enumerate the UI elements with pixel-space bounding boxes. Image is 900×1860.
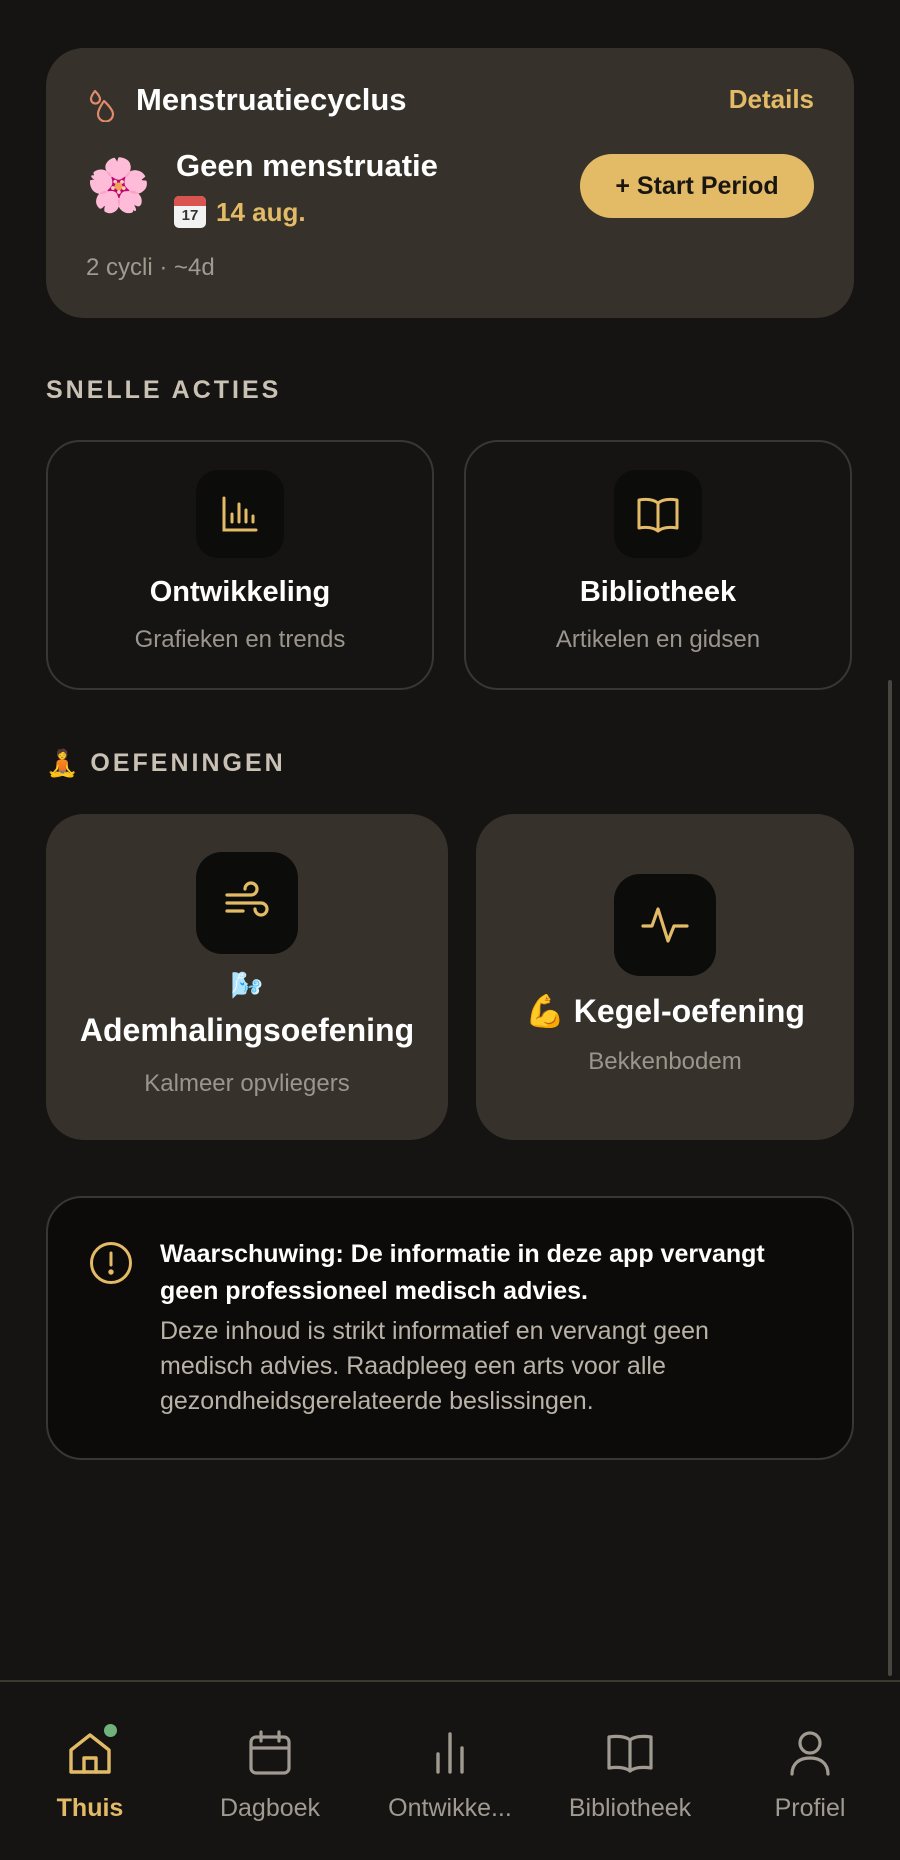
muscle-emoji: 💪 [525, 993, 565, 1029]
exercise-title-text: Kegel-oefening [573, 993, 805, 1029]
qa-icon-box [614, 470, 702, 558]
wind-icon [225, 881, 269, 917]
calendar-emoji-icon: 17 [174, 196, 206, 228]
scrollbar[interactable] [888, 680, 892, 1676]
quick-action-title: Ontwikkeling [149, 576, 331, 608]
qa-icon-box [196, 470, 284, 558]
cycle-status-title: Geen menstruatie [176, 148, 438, 183]
bar-chart-icon [436, 1732, 464, 1774]
quick-actions-header: SNELLE ACTIES [46, 376, 281, 405]
exercise-subtitle: Bekkenbodem [588, 1048, 742, 1075]
alert-circle-icon [90, 1242, 132, 1284]
nav-label: Dagboek [219, 1794, 321, 1822]
quick-actions-label: SNELLE ACTIES [46, 376, 282, 404]
notification-dot [104, 1724, 117, 1737]
nav-item-thuis[interactable]: Thuis [0, 1682, 180, 1860]
exercise-title: Ademhalingsoefening [79, 1012, 415, 1048]
exercise-kegel[interactable]: 💪 Kegel-oefening Bekkenbodem [476, 814, 854, 1140]
drops-icon [89, 89, 115, 122]
nav-label: Profiel [774, 1794, 846, 1822]
book-icon [607, 1734, 653, 1773]
ex-icon-box [196, 852, 298, 954]
home-scroll-area[interactable]: Menstruatiecyclus Details 🌸 Geen menstru… [0, 0, 900, 1680]
quick-action-subtitle: Grafieken en trends [134, 626, 346, 653]
quick-action-bibliotheek[interactable]: Bibliotheek Artikelen en gidsen [464, 440, 852, 690]
cycle-card-title: Menstruatiecyclus [136, 82, 407, 117]
cycle-date-row: 17 14 aug. [174, 196, 306, 228]
nav-item-ontwikkeling[interactable]: Ontwikke... [360, 1682, 540, 1860]
exercises-header: 🧘 OEFENINGEN [46, 748, 286, 779]
bar-chart-icon [222, 496, 258, 532]
book-icon [637, 497, 679, 533]
pulse-icon [641, 907, 689, 943]
flower-emoji: 🌸 [86, 157, 151, 215]
warning-body: Deze inhoud is strikt informatief en ver… [160, 1317, 709, 1415]
nav-item-bibliotheek[interactable]: Bibliotheek [540, 1682, 720, 1860]
exercises-label: OEFENINGEN [90, 749, 286, 777]
medical-warning-card: Waarschuwing: De informatie in deze app … [46, 1196, 854, 1460]
bottom-navigation: Thuis Dagboek Ontwikke... Bibliotheek Pr… [0, 1680, 900, 1860]
quick-action-subtitle: Artikelen en gidsen [555, 626, 761, 653]
quick-action-title: Bibliotheek [579, 576, 737, 608]
nav-label: Ontwikke... [388, 1794, 512, 1822]
warning-title: Waarschuwing: De informatie in deze app … [160, 1240, 765, 1305]
user-icon [790, 1731, 830, 1776]
exercise-title: 💪 Kegel-oefening [476, 992, 854, 1030]
meditation-emoji: 🧘 [46, 748, 79, 778]
exercise-subtitle: Kalmeer opvliegers [144, 1070, 350, 1097]
nav-label: Bibliotheek [568, 1794, 692, 1822]
wind-emoji: 🌬️ [230, 970, 264, 1000]
quick-action-ontwikkeling[interactable]: Ontwikkeling Grafieken en trends [46, 440, 434, 690]
start-period-button[interactable]: + Start Period [580, 154, 814, 218]
calendar-icon [249, 1730, 291, 1775]
details-link[interactable]: Details [729, 84, 814, 115]
nav-label: Thuis [56, 1794, 124, 1822]
cycle-date: 14 aug. [216, 196, 306, 227]
exercise-breathing[interactable]: 🌬️ Ademhalingsoefening Kalmeer opvlieger… [46, 814, 448, 1140]
cycle-meta: 2 cycli · ~4d [86, 254, 215, 281]
ex-icon-box [614, 874, 716, 976]
nav-item-profiel[interactable]: Profiel [720, 1682, 900, 1860]
cycle-card[interactable]: Menstruatiecyclus Details 🌸 Geen menstru… [46, 48, 854, 318]
nav-item-dagboek[interactable]: Dagboek [180, 1682, 360, 1860]
